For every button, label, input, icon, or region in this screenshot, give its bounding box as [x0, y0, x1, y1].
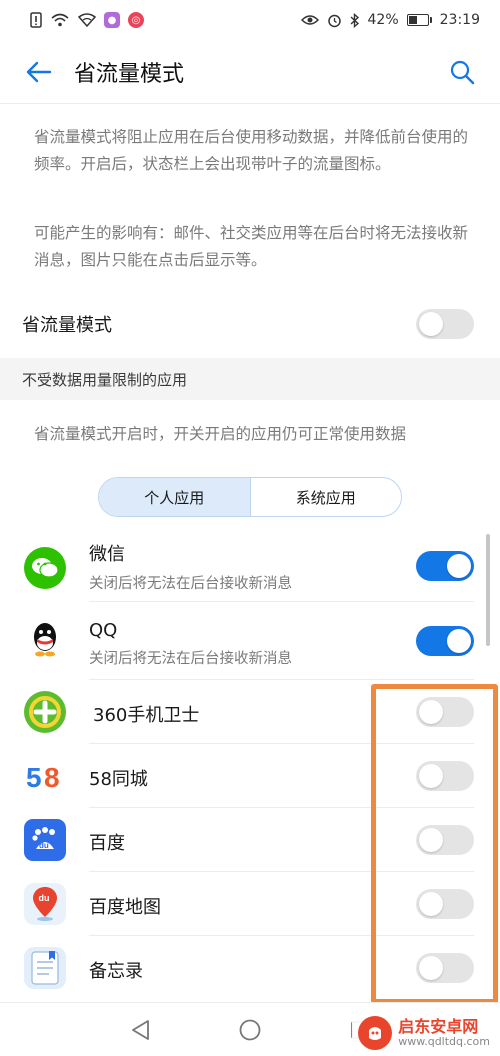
status-left: ● ◎ — [30, 12, 144, 28]
section-header: 不受数据用量限制的应用 — [0, 358, 500, 400]
app-name: 百度 — [89, 833, 125, 854]
app-name: 58同城 — [89, 769, 148, 790]
section-title: 不受数据用量限制的应用 — [22, 370, 188, 389]
app-subtitle: 关闭后将无法在后台接收新消息 — [89, 576, 292, 592]
back-button[interactable] — [18, 52, 58, 92]
app-badge-icon-2: ◎ — [128, 12, 144, 28]
battery-percent: 42% — [367, 12, 399, 28]
wechat-switch[interactable] — [416, 551, 474, 581]
description-paragraph-1: 省流量模式将阻止应用在后台使用移动数据，并降低前台使用的频率。开启后，状态栏上会… — [34, 128, 469, 173]
tab-system-apps[interactable]: 系统应用 — [251, 478, 402, 516]
watermark-name: 启东安卓网 — [398, 1017, 479, 1037]
watermark-logo-icon — [358, 1016, 393, 1050]
app-type-tabs: 个人应用 系统应用 — [98, 477, 402, 517]
qq-icon — [24, 618, 66, 660]
description-paragraph-2: 可能产生的影响有：邮件、社交类应用等在后台时将无法接收新消息，图片只能在点击后显… — [34, 224, 469, 269]
nav-back-button[interactable] — [125, 1015, 155, 1045]
app-name: 备忘录 — [89, 961, 143, 982]
app-subtitle: 关闭后将无法在后台接收新消息 — [89, 651, 292, 667]
status-bar: ● ◎ 42% 23:19 — [0, 0, 500, 40]
svg-text:8: 8 — [44, 762, 60, 791]
page-title: 省流量模式 — [74, 61, 185, 87]
sim-alert-icon — [30, 12, 42, 28]
back-arrow-icon — [26, 61, 52, 82]
watermark: 启东安卓网 www.qdltdq.com — [352, 1014, 496, 1052]
baidu-icon: du — [24, 819, 66, 861]
app-badge-icon: ● — [104, 12, 120, 28]
data-saver-label: 省流量模式 — [22, 315, 112, 336]
app-text: 微信 关闭后将无法在后台接收新消息 — [89, 540, 292, 593]
triangle-back-icon — [132, 1019, 149, 1040]
search-button[interactable] — [442, 52, 482, 92]
clock: 23:19 — [439, 12, 480, 28]
data-saver-switch[interactable] — [416, 309, 474, 339]
eye-icon — [300, 14, 319, 26]
status-right: 42% 23:19 — [300, 12, 480, 28]
app-name: 微信 — [89, 544, 125, 565]
app-name: QQ — [89, 620, 118, 641]
wechat-icon — [24, 547, 66, 589]
svg-text:du: du — [39, 893, 50, 903]
search-icon — [450, 60, 475, 85]
alarm-icon — [327, 13, 342, 28]
battery-icon — [406, 14, 432, 26]
360-security-icon — [24, 691, 66, 733]
data-saver-row[interactable]: 省流量模式 — [0, 294, 500, 354]
app-text: 58同城 — [89, 765, 148, 791]
app-text: 360手机卫士 — [93, 701, 199, 727]
memo-icon — [24, 947, 66, 989]
app-text: QQ 关闭后将无法在后台接收新消息 — [89, 620, 292, 668]
watermark-text: 启东安卓网 www.qdltdq.com — [398, 1018, 490, 1048]
nav-home-button[interactable] — [235, 1015, 265, 1045]
tab-personal-apps[interactable]: 个人应用 — [99, 478, 251, 516]
bluetooth-icon — [350, 12, 360, 28]
wifi-icon — [78, 13, 96, 27]
circle-home-icon — [239, 1019, 261, 1040]
list-item[interactable]: QQ 关闭后将无法在后台接收新消息 — [0, 602, 500, 680]
highlight-annotation — [371, 684, 498, 1004]
list-item[interactable]: 微信 关闭后将无法在后台接收新消息 — [0, 534, 500, 602]
signal-icon — [50, 13, 70, 27]
qq-switch[interactable] — [416, 626, 474, 656]
header: 省流量模式 — [0, 40, 500, 104]
app-name: 百度地图 — [89, 897, 161, 918]
app-text: 百度 — [89, 829, 125, 855]
svg-text:5: 5 — [26, 762, 42, 791]
scrollbar[interactable] — [486, 534, 490, 646]
58-tongcheng-icon: 58 — [24, 755, 66, 797]
section-note: 省流量模式开启时，开关开启的应用仍可正常使用数据 — [34, 425, 407, 443]
svg-text:du: du — [39, 841, 49, 850]
app-text: 百度地图 — [89, 893, 161, 919]
watermark-url: www.qdltdq.com — [398, 1034, 490, 1048]
app-name: 360手机卫士 — [93, 705, 200, 726]
app-text: 备忘录 — [89, 957, 143, 983]
baidu-map-icon: du — [24, 883, 66, 925]
